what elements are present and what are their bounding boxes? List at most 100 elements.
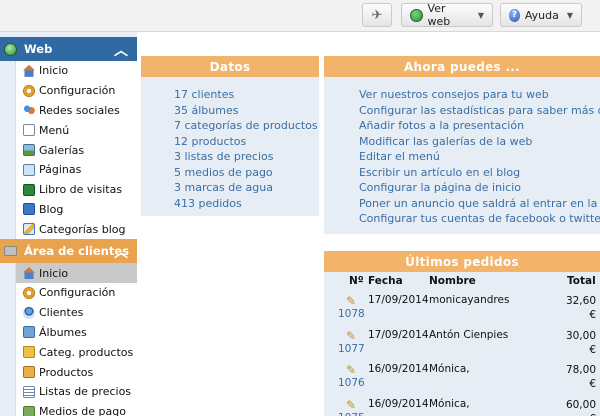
view-web-button[interactable]: Ver web ▼ xyxy=(401,2,493,28)
sidebar-item-listas-precios[interactable]: Listas de precios xyxy=(16,382,137,402)
sidebar-item-configuracion-clientes[interactable]: Configuración xyxy=(16,283,137,303)
sidebar-section-clients[interactable]: Área de clientes ︿ xyxy=(0,239,137,264)
sidebar-item-label: Inicio xyxy=(39,64,69,78)
payment-icon xyxy=(23,405,35,416)
link-presentacion[interactable]: Añadir fotos a la presentación xyxy=(359,118,600,134)
sidebar-item-albumes[interactable]: Álbumes xyxy=(16,323,137,343)
order-name: monicayandres xyxy=(429,294,510,306)
pencil-icon[interactable]: ✎ xyxy=(346,398,356,412)
link-galerias[interactable]: Modificar las galerías de la web xyxy=(359,134,600,150)
sidebar-item-clientes[interactable]: Clientes xyxy=(16,303,137,323)
link-blog[interactable]: Escribir un artículo en el blog xyxy=(359,165,600,181)
sidebar-item-productos[interactable]: Productos xyxy=(16,362,137,382)
order-number[interactable]: 1075 xyxy=(338,412,365,416)
table-header: Nº Fecha Nombre Total xyxy=(324,272,600,289)
chevron-up-icon[interactable]: ︿ xyxy=(114,242,128,262)
stat-marcas-agua[interactable]: 3 marcas de agua xyxy=(174,180,319,196)
sidebar-item-menu[interactable]: Menú xyxy=(16,120,137,140)
help-icon: ? xyxy=(509,8,520,22)
stat-medios-pago[interactable]: 5 medios de pago xyxy=(174,165,319,181)
sidebar-item-label: Listas de precios xyxy=(39,385,132,399)
order-total-value: 78,00 xyxy=(565,364,596,376)
chevron-up-icon[interactable]: ︿ xyxy=(114,40,128,60)
stat-productos[interactable]: 12 productos xyxy=(174,134,319,150)
sidebar-item-configuracion[interactable]: Configuración xyxy=(16,81,137,101)
order-date: 17/09/2014 xyxy=(368,294,429,306)
table-row: ✎ 1075 16/09/2014 Mónica, 60,00 € xyxy=(324,393,600,416)
sidebar-item-label: Álbumes xyxy=(39,325,87,339)
gear-icon xyxy=(23,286,35,299)
gear-icon xyxy=(23,84,35,97)
send-button[interactable]: ✈ xyxy=(362,3,392,27)
pencil-icon[interactable]: ✎ xyxy=(346,329,356,343)
sidebar-item-label: Blog xyxy=(39,202,64,216)
pencil-icon xyxy=(23,223,35,236)
list-icon xyxy=(23,385,35,398)
stat-albumes[interactable]: 35 álbumes xyxy=(174,103,319,119)
link-pagina-inicio[interactable]: Configurar la página de inicio xyxy=(359,180,600,196)
ahora-panel-header: Ahora puedes ... xyxy=(324,56,600,77)
link-consejos[interactable]: Ver nuestros consejos para tu web xyxy=(359,87,600,103)
sidebar-item-blog[interactable]: Blog xyxy=(16,200,137,220)
datos-panel-header: Datos xyxy=(141,56,319,77)
stat-pedidos[interactable]: 413 pedidos xyxy=(174,196,319,212)
user-icon xyxy=(23,306,35,319)
globe-icon xyxy=(4,42,17,56)
album-icon xyxy=(23,326,35,339)
order-number[interactable]: 1078 xyxy=(338,308,365,320)
sidebar-item-inicio-clientes[interactable]: Inicio xyxy=(16,263,137,283)
sidebar-item-libro-visitas[interactable]: Libro de visitas xyxy=(16,180,137,200)
order-total: 60,00 € xyxy=(566,398,596,416)
sidebar-item-label: Clientes xyxy=(39,306,84,320)
link-anuncio[interactable]: Poner un anuncio que saldrá al entrar en… xyxy=(359,196,600,212)
sidebar-item-categorias-blog[interactable]: Categorías blog xyxy=(16,219,137,239)
sidebar-item-paginas[interactable]: Páginas xyxy=(16,160,137,180)
stat-clientes[interactable]: 17 clientes xyxy=(174,87,319,103)
top-toolbar: ✈ Ver web ▼ ? Ayuda ▼ xyxy=(0,0,600,32)
sidebar-item-label: Redes sociales xyxy=(39,103,120,117)
help-button[interactable]: ? Ayuda ▼ xyxy=(500,3,582,27)
sidebar: Web ︿ Inicio Configuración Redes sociale… xyxy=(0,32,137,416)
sidebar-item-categ-productos[interactable]: Categ. productos xyxy=(16,342,137,362)
paper-plane-icon: ✈ xyxy=(371,7,383,23)
order-currency: € xyxy=(589,343,596,356)
link-redes[interactable]: Configurar tus cuentas de facebook o twi… xyxy=(359,211,600,227)
order-total: 32,60 € xyxy=(566,294,596,322)
home-icon xyxy=(23,64,35,77)
sidebar-item-label: Páginas xyxy=(39,163,82,177)
link-estadisticas[interactable]: Configurar las estadísticas para saber m… xyxy=(359,103,600,119)
sidebar-item-medios-pago[interactable]: Medios de pago xyxy=(16,402,137,416)
column-no: Nº xyxy=(349,275,364,287)
blog-icon xyxy=(23,203,35,216)
folder-icon xyxy=(23,346,35,359)
sidebar-menu-clients: Inicio Configuración Clientes Álbumes Ca… xyxy=(15,263,137,416)
order-number[interactable]: 1076 xyxy=(338,377,365,389)
order-number[interactable]: 1077 xyxy=(338,343,365,355)
ahora-panel: Ver nuestros consejos para tu web Config… xyxy=(324,77,600,234)
pencil-icon[interactable]: ✎ xyxy=(346,363,356,377)
stat-listas-precios[interactable]: 3 listas de precios xyxy=(174,149,319,165)
link-menu[interactable]: Editar el menú xyxy=(359,149,600,165)
sidebar-item-redes-sociales[interactable]: Redes sociales xyxy=(16,101,137,121)
image-icon xyxy=(23,144,35,157)
box-icon xyxy=(23,366,35,379)
sidebar-item-galerias[interactable]: Galerías xyxy=(16,140,137,160)
order-currency: € xyxy=(589,378,596,390)
column-total: Total xyxy=(567,275,596,287)
order-currency: € xyxy=(589,413,596,416)
globe-icon xyxy=(410,8,423,22)
order-total: 30,00 € xyxy=(566,329,596,357)
pencil-icon[interactable]: ✎ xyxy=(346,294,356,308)
table-row: ✎ 1076 16/09/2014 Mónica, 78,00 € xyxy=(324,358,600,393)
sidebar-section-web[interactable]: Web ︿ xyxy=(0,37,137,61)
chevron-down-icon: ▼ xyxy=(566,10,573,20)
sidebar-item-label: Configuración xyxy=(39,286,116,300)
order-total-value: 60,00 xyxy=(565,398,596,411)
order-date: 16/09/2014 xyxy=(368,363,429,375)
section-title: Web xyxy=(24,42,53,56)
datos-panel: 17 clientes 35 álbumes 7 categorías de p… xyxy=(141,77,319,216)
order-total-value: 32,60 xyxy=(565,295,596,307)
stat-categorias[interactable]: 7 categorías de productos xyxy=(174,118,319,134)
sidebar-item-label: Productos xyxy=(39,365,94,379)
sidebar-item-inicio[interactable]: Inicio xyxy=(16,61,137,81)
